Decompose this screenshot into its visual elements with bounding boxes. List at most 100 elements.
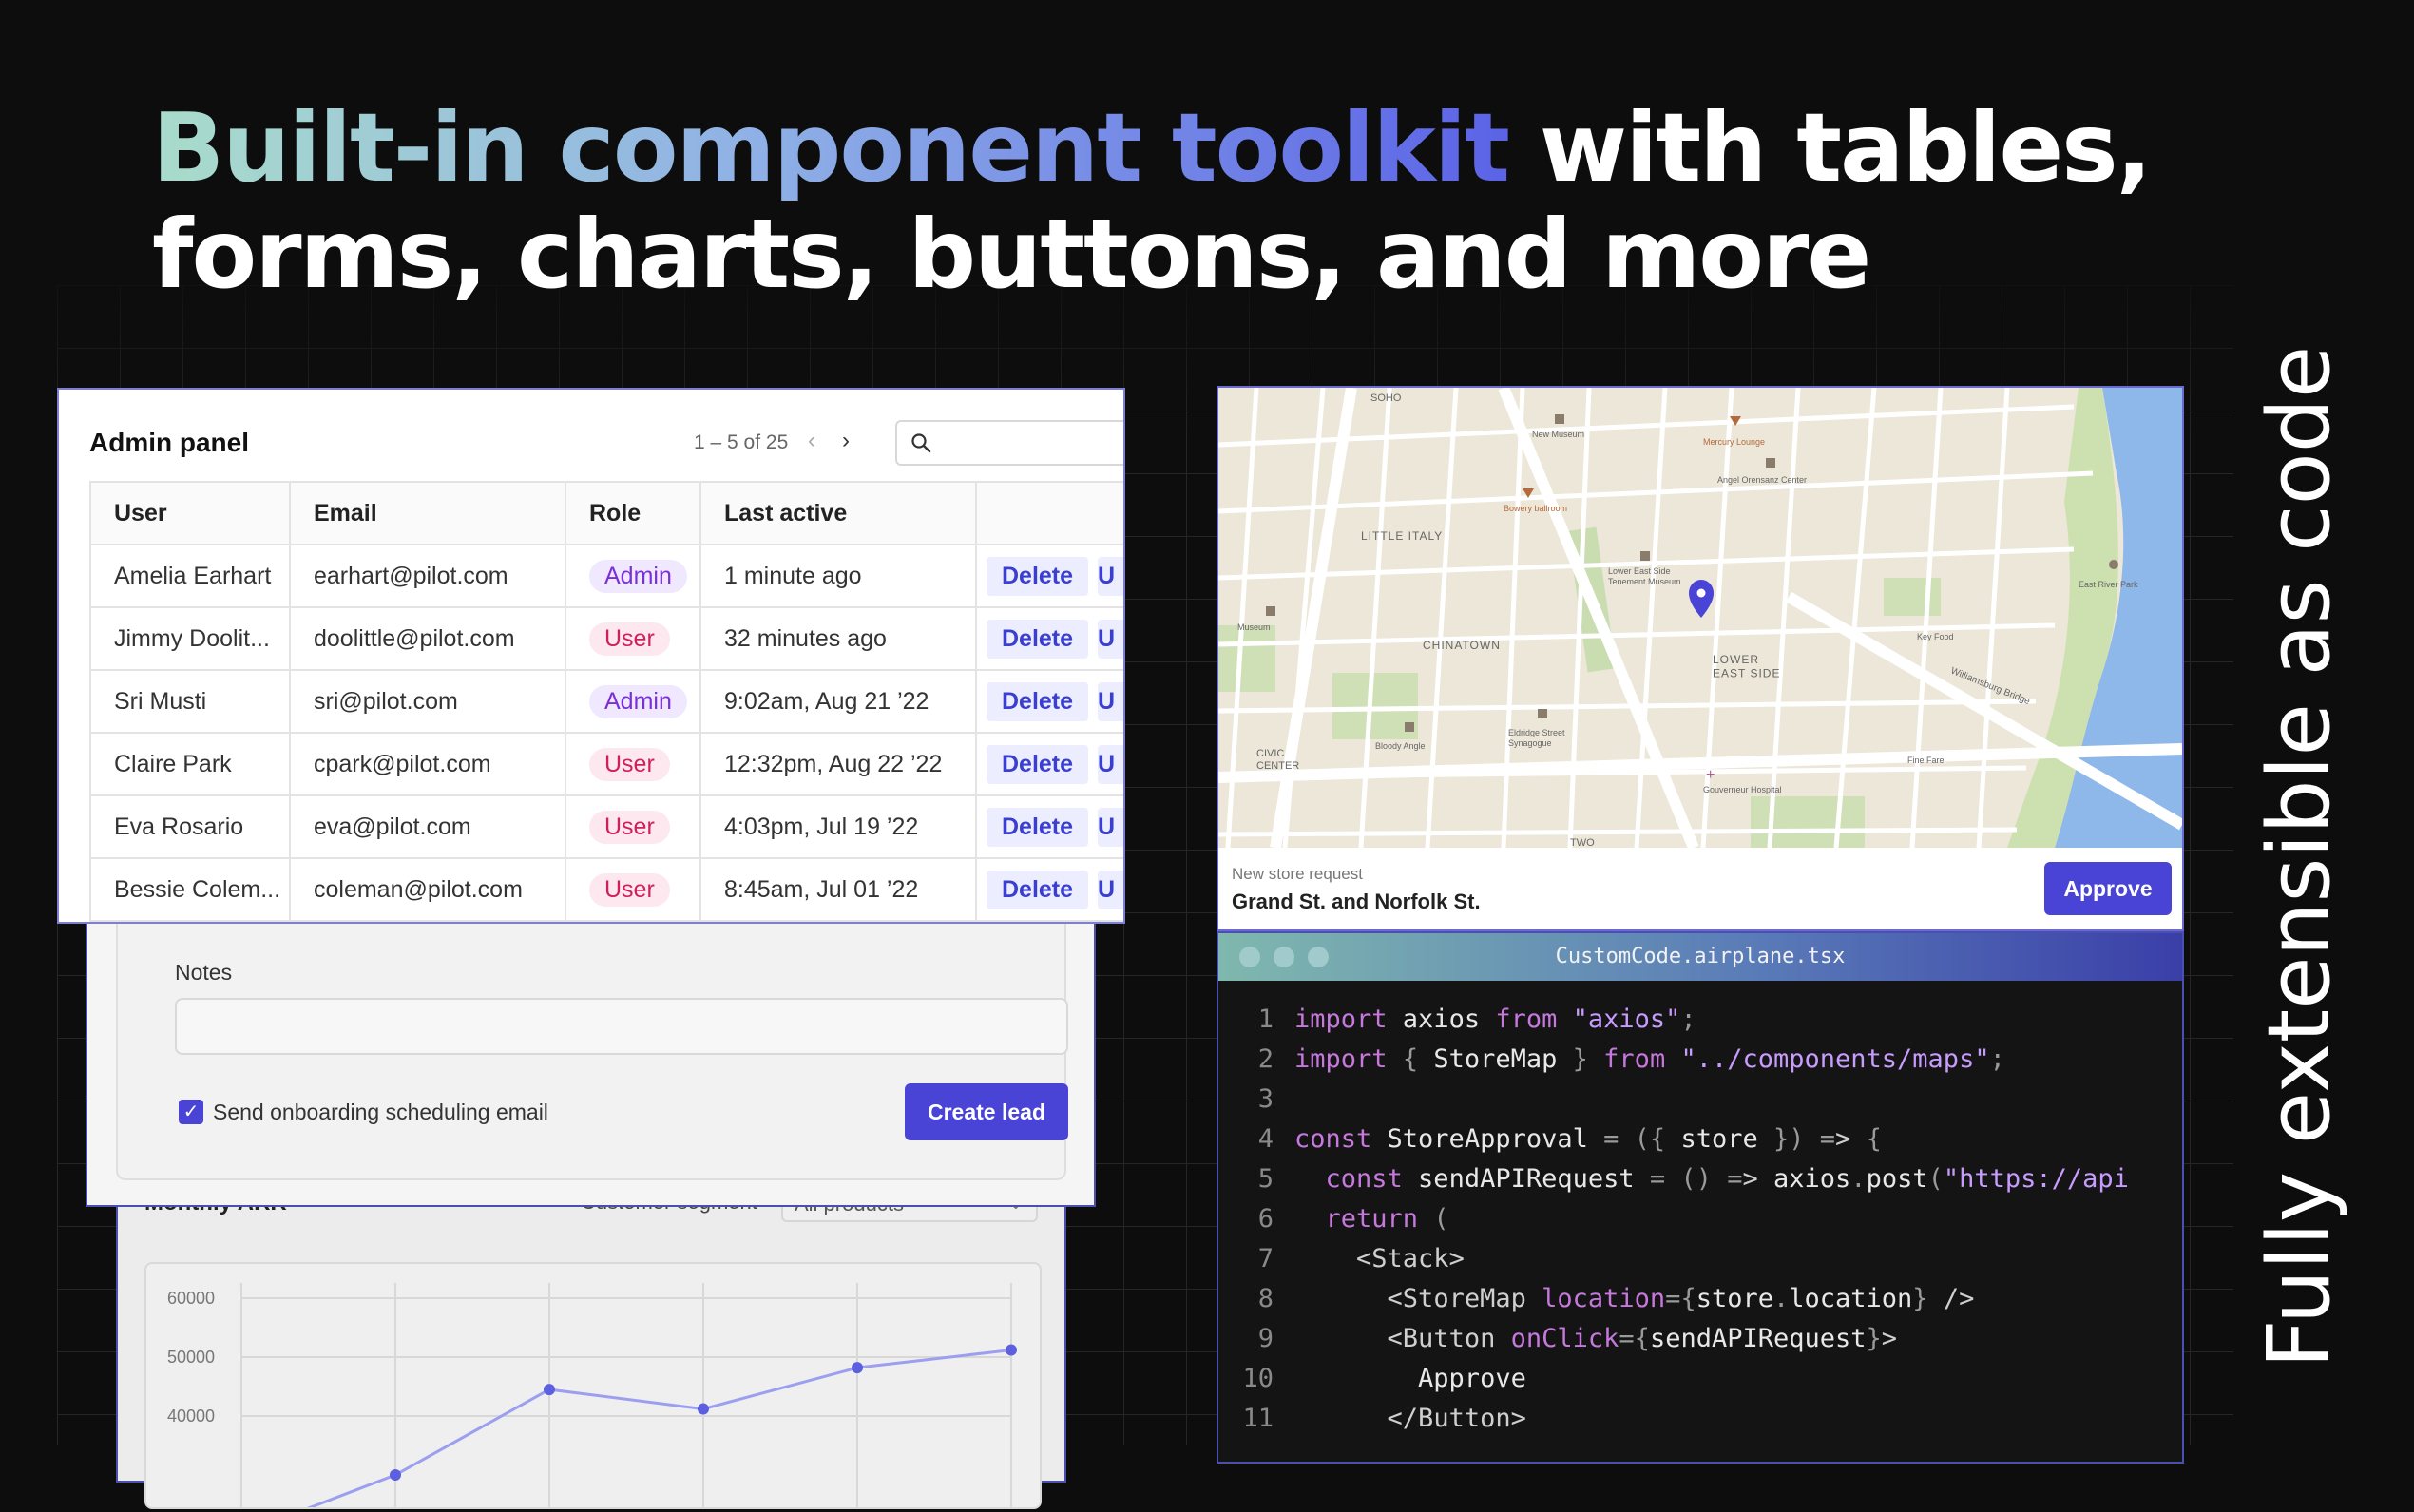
data-point[interactable] bbox=[698, 1403, 709, 1415]
column-header-last-active[interactable]: Last active bbox=[699, 481, 977, 545]
code-text: const sendAPIRequest = () => axios.post(… bbox=[1325, 1164, 2129, 1194]
update-button[interactable]: U bbox=[1098, 556, 1123, 596]
delete-button[interactable]: Delete bbox=[987, 681, 1089, 721]
hospital-icon: + bbox=[1706, 767, 1715, 783]
cell-actions: Delete U bbox=[975, 857, 1123, 922]
line-number: 4 bbox=[1257, 1124, 1274, 1154]
role-badge: User bbox=[589, 747, 670, 781]
cell-role: Admin bbox=[565, 544, 701, 608]
map-label-bloody-angle: Bloody Angle bbox=[1375, 741, 1426, 751]
line-number: 2 bbox=[1257, 1044, 1274, 1074]
admin-panel-card: Admin panel 1 – 5 of 25 ‹ › User Email R… bbox=[57, 388, 1125, 924]
role-badge: Admin bbox=[589, 684, 687, 718]
side-tagline: Fully extensible as code bbox=[2250, 345, 2349, 1368]
table-row[interactable]: Claire Park cpark@pilot.com User 12:32pm, A… bbox=[89, 732, 1123, 796]
data-point[interactable] bbox=[852, 1362, 863, 1374]
data-point[interactable] bbox=[1006, 1344, 1017, 1356]
table-row[interactable]: Bessie Colem... coleman@pilot.com User 8:45… bbox=[89, 857, 1123, 922]
chevron-left-icon[interactable]: ‹ bbox=[808, 428, 815, 454]
delete-button[interactable]: Delete bbox=[987, 870, 1089, 909]
park-area bbox=[1218, 625, 1275, 692]
cell-user: Sri Musti bbox=[89, 669, 291, 734]
cell-last-active: 12:32pm, Aug 22 ’22 bbox=[699, 732, 977, 796]
table-row[interactable]: Eva Rosario eva@pilot.com User 4:03pm, Jul … bbox=[89, 794, 1123, 859]
cell-email: eva@pilot.com bbox=[289, 794, 566, 859]
onboarding-email-checkbox[interactable]: ✓ bbox=[179, 1100, 203, 1124]
map-label-east-river-park: East River Park bbox=[2079, 580, 2138, 589]
create-lead-button[interactable]: Create lead bbox=[905, 1083, 1068, 1140]
delete-button[interactable]: Delete bbox=[987, 619, 1089, 659]
cell-last-active: 32 minutes ago bbox=[699, 606, 977, 671]
cell-email: coleman@pilot.com bbox=[289, 857, 566, 922]
code-line: 11 </Button> bbox=[1218, 1399, 2182, 1439]
cell-email: earhart@pilot.com bbox=[289, 544, 566, 608]
cell-role: User bbox=[565, 794, 701, 859]
y-tick-label: 50000 bbox=[167, 1348, 215, 1367]
map-label-fine-fare: Fine Fare bbox=[1907, 756, 1945, 765]
code-body[interactable]: 1 import axios from "axios"; 2 import { Sto… bbox=[1218, 1000, 2182, 1439]
cell-email: cpark@pilot.com bbox=[289, 732, 566, 796]
code-text: const StoreApproval = ({ store }) => { bbox=[1294, 1124, 1882, 1154]
search-input[interactable] bbox=[895, 420, 1123, 466]
table-row[interactable]: Amelia Earhart earhart@pilot.com Admin 1 mi… bbox=[89, 544, 1123, 608]
update-button[interactable]: U bbox=[1098, 744, 1123, 784]
notes-input[interactable] bbox=[175, 998, 1068, 1055]
code-text: Approve bbox=[1294, 1364, 1526, 1393]
museum-icon bbox=[1266, 606, 1275, 616]
update-button[interactable]: U bbox=[1098, 870, 1123, 909]
line-number: 5 bbox=[1257, 1164, 1274, 1194]
code-line: 2 import { StoreMap } from "../components… bbox=[1218, 1040, 2182, 1080]
line-number: 8 bbox=[1257, 1284, 1274, 1313]
cell-actions: Delete U bbox=[975, 544, 1123, 608]
delete-button[interactable]: Delete bbox=[987, 807, 1089, 847]
data-point[interactable] bbox=[544, 1384, 555, 1396]
arr-line-chart: 60000 50000 40000 bbox=[167, 1283, 1017, 1512]
approve-button[interactable]: Approve bbox=[2044, 862, 2172, 915]
museum-icon bbox=[1555, 414, 1564, 424]
column-header-email[interactable]: Email bbox=[289, 481, 566, 545]
line-number: 1 bbox=[1257, 1005, 1274, 1034]
park-area bbox=[1884, 578, 1941, 616]
cell-user: Claire Park bbox=[89, 732, 291, 796]
delete-button[interactable]: Delete bbox=[987, 744, 1089, 784]
notes-label: Notes bbox=[175, 960, 233, 985]
update-button[interactable]: U bbox=[1098, 681, 1123, 721]
chevron-right-icon[interactable]: › bbox=[842, 428, 850, 454]
code-line: 9 <Button onClick={sendAPIRequest}> bbox=[1218, 1319, 2182, 1359]
line-number: 9 bbox=[1257, 1324, 1274, 1353]
headline-highlight: Built-in component toolkit bbox=[152, 92, 1510, 203]
cell-actions: Delete U bbox=[975, 669, 1123, 734]
users-table: User Email Role Last active Amelia Earha… bbox=[89, 481, 1123, 922]
column-header-user[interactable]: User bbox=[89, 481, 291, 545]
cell-email: sri@pilot.com bbox=[289, 669, 566, 734]
y-tick-label: 40000 bbox=[167, 1407, 215, 1426]
map-label-mercury-lounge: Mercury Lounge bbox=[1703, 437, 1765, 447]
code-line: 8 <StoreMap location={store.location} /> bbox=[1218, 1279, 2182, 1319]
map-label-bowery-ballroom: Bowery ballroom bbox=[1504, 504, 1567, 513]
code-line: 4 const StoreApproval = ({ store }) => { bbox=[1218, 1120, 2182, 1159]
store-request-label: New store request bbox=[1232, 865, 1363, 883]
monthly-arr-card: Monthly ARR Customer segment All product… bbox=[116, 1169, 1066, 1512]
code-text: return ( bbox=[1325, 1204, 1449, 1234]
data-point[interactable] bbox=[390, 1469, 401, 1481]
code-line: 6 return ( bbox=[1218, 1199, 2182, 1239]
map-label-key-food: Key Food bbox=[1917, 632, 1954, 641]
line-number: 7 bbox=[1257, 1244, 1274, 1273]
delete-button[interactable]: Delete bbox=[987, 556, 1089, 596]
update-button[interactable]: U bbox=[1098, 619, 1123, 659]
cell-last-active: 9:02am, Aug 21 ’22 bbox=[699, 669, 977, 734]
map-label-two: TWO bbox=[1570, 837, 1595, 848]
chart-plot-area: 60000 50000 40000 bbox=[144, 1262, 1042, 1512]
column-header-role[interactable]: Role bbox=[565, 481, 701, 545]
store-map[interactable]: SOHO LITTLE ITALY CHINATOWN CIVIC CENTER … bbox=[1218, 388, 2182, 848]
update-button[interactable]: U bbox=[1098, 807, 1123, 847]
cell-email: doolittle@pilot.com bbox=[289, 606, 566, 671]
line-number: 3 bbox=[1257, 1084, 1274, 1114]
admin-panel-title: Admin panel bbox=[89, 428, 250, 457]
table-row[interactable]: Sri Musti sri@pilot.com Admin 9:02am, Aug 2… bbox=[89, 669, 1123, 734]
table-row[interactable]: Jimmy Doolit... doolittle@pilot.com User 32… bbox=[89, 606, 1123, 671]
cell-actions: Delete U bbox=[975, 606, 1123, 671]
cell-user: Eva Rosario bbox=[89, 794, 291, 859]
code-line: 7 <Stack> bbox=[1218, 1239, 2182, 1279]
map-label-tenement-museum: Lower East Side Tenement Museum bbox=[1608, 566, 1681, 586]
